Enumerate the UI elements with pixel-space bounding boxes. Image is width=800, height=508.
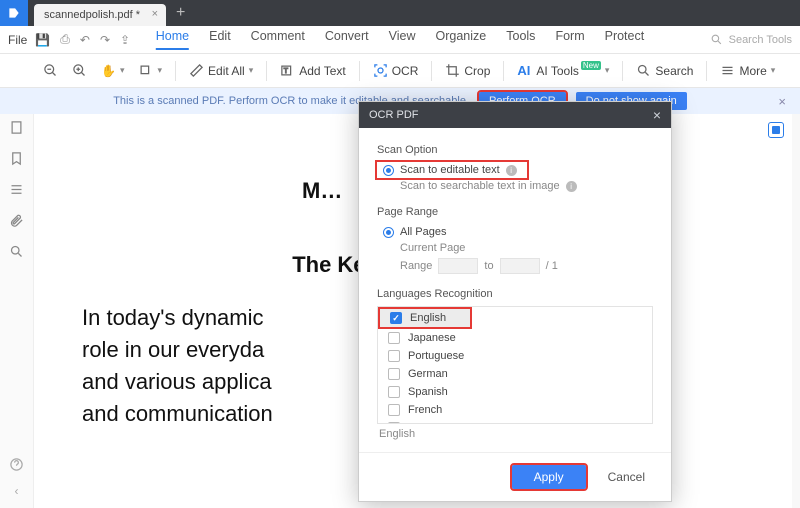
selected-language-summary: English: [377, 424, 653, 448]
undo-icon[interactable]: ↶: [80, 33, 90, 47]
main-menu: Home Edit Comment Convert View Organize …: [156, 29, 644, 50]
languages-label: Languages Recognition: [377, 288, 653, 300]
page-icon[interactable]: [9, 120, 24, 135]
range-to-input[interactable]: [500, 258, 540, 274]
language-list: ✓ English Japanese Portuguese German Spa…: [377, 306, 653, 424]
menu-form[interactable]: Form: [555, 29, 584, 50]
list-icon[interactable]: [9, 182, 24, 197]
attachment-icon[interactable]: [9, 213, 24, 228]
scan-searchable-option[interactable]: Scan to searchable text in image i: [377, 178, 653, 194]
apply-button[interactable]: Apply: [512, 465, 586, 489]
titlebar: scannedpolish.pdf * × +: [0, 0, 800, 26]
zoom-out-button[interactable]: [38, 61, 63, 80]
document-tab[interactable]: scannedpolish.pdf * ×: [34, 4, 166, 26]
menubar: File 💾 ⎙ ↶ ↷ ⇪ Home Edit Comment Convert…: [0, 26, 800, 54]
lang-spanish[interactable]: Spanish: [378, 383, 652, 401]
lang-portuguese[interactable]: Portuguese: [378, 347, 652, 365]
dialog-header[interactable]: OCR PDF ×: [359, 102, 671, 128]
lang-german[interactable]: German: [378, 365, 652, 383]
info-icon[interactable]: i: [506, 165, 517, 176]
dialog-title: OCR PDF: [369, 109, 419, 121]
infobar-close-icon[interactable]: ×: [778, 94, 786, 109]
lang-english[interactable]: ✓ English: [380, 309, 470, 327]
current-page-option[interactable]: Current Page: [377, 240, 653, 256]
menu-edit[interactable]: Edit: [209, 29, 231, 50]
zoom-in-button[interactable]: [67, 61, 92, 80]
menu-comment[interactable]: Comment: [251, 29, 305, 50]
range-from-input[interactable]: [438, 258, 478, 274]
edit-all-button[interactable]: Edit All▾: [184, 61, 258, 80]
radio-selected-icon: [383, 227, 394, 238]
sidebar-search-icon[interactable]: [9, 244, 24, 259]
menu-view[interactable]: View: [389, 29, 416, 50]
menu-convert[interactable]: Convert: [325, 29, 369, 50]
lang-french[interactable]: French: [378, 401, 652, 419]
menu-protect[interactable]: Protect: [605, 29, 645, 50]
quick-icons: 💾 ⎙ ↶ ↷ ⇪: [35, 32, 130, 47]
print-icon[interactable]: ⎙: [60, 32, 70, 47]
svg-text:T: T: [284, 68, 289, 75]
hand-tool-button[interactable]: ✋▾: [96, 62, 129, 80]
scan-option-label: Scan Option: [377, 144, 653, 156]
select-tool-button[interactable]: ▾: [133, 61, 167, 80]
range-option[interactable]: Range to / 1: [377, 256, 653, 276]
file-menu[interactable]: File: [8, 33, 27, 47]
left-sidebar: ‹: [0, 114, 34, 508]
help-icon[interactable]: [9, 457, 24, 472]
page-range-label: Page Range: [377, 206, 653, 218]
share-icon[interactable]: ⇪: [120, 33, 130, 47]
dialog-footer: Apply Cancel: [359, 452, 671, 501]
page-ocr-badge[interactable]: [768, 122, 784, 138]
new-tab-button[interactable]: +: [176, 4, 185, 22]
tab-title: scannedpolish.pdf *: [44, 9, 140, 21]
menu-home[interactable]: Home: [156, 29, 189, 50]
checkbox-checked-icon: ✓: [390, 312, 402, 324]
search-tools-input[interactable]: Search Tools: [729, 34, 792, 46]
more-button[interactable]: More▾: [715, 61, 780, 80]
app-icon[interactable]: [0, 0, 28, 26]
add-text-button[interactable]: TAdd Text: [275, 61, 350, 80]
menu-tools[interactable]: Tools: [506, 29, 535, 50]
ocr-dialog: OCR PDF × Scan Option Scan to editable t…: [358, 101, 672, 502]
save-icon[interactable]: 💾: [35, 33, 50, 47]
close-tab-icon[interactable]: ×: [152, 8, 158, 20]
search-button[interactable]: Search: [631, 61, 698, 80]
cancel-button[interactable]: Cancel: [600, 465, 653, 489]
collapse-icon[interactable]: ‹: [15, 484, 19, 498]
ai-tools-button[interactable]: AIAI ToolsNew▾: [512, 61, 614, 80]
redo-icon[interactable]: ↷: [100, 33, 110, 47]
bookmark-icon[interactable]: [9, 151, 24, 166]
menu-organize[interactable]: Organize: [436, 29, 487, 50]
ocr-button[interactable]: OCR: [368, 61, 424, 80]
info-icon[interactable]: i: [566, 181, 577, 192]
lang-japanese[interactable]: Japanese: [378, 329, 652, 347]
radio-selected-icon: [383, 165, 394, 176]
crop-button[interactable]: Crop: [440, 61, 495, 80]
search-icon: [710, 33, 723, 46]
toolbar: ✋▾ ▾ Edit All▾ TAdd Text OCR Crop AIAI T…: [0, 54, 800, 88]
scan-editable-option[interactable]: Scan to editable text i: [377, 162, 527, 178]
dialog-close-icon[interactable]: ×: [653, 107, 661, 123]
all-pages-option[interactable]: All Pages: [377, 224, 653, 240]
